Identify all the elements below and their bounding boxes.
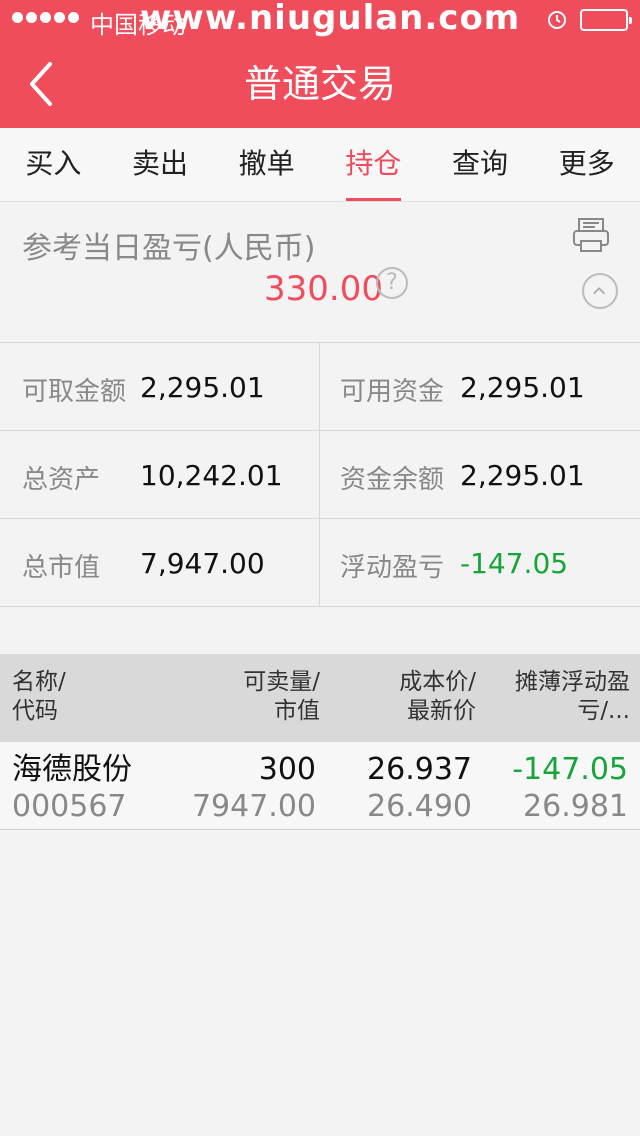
stock-name: 海德股份 (12, 752, 132, 787)
balance-label: 总市值 (22, 553, 101, 583)
statement-icon[interactable] (572, 217, 610, 253)
holdings-table-header: 名称/ 代码 可卖量/ 市值 成本价/ 最新价 摊薄浮动盈 亏/... (0, 654, 640, 742)
balance-row: 总市值 7,947.00 浮动盈亏 -147.05 (0, 519, 640, 607)
balance-value: 7,947.00 (140, 547, 265, 580)
signal-icon (12, 12, 79, 23)
header-line: 成本价/ (399, 669, 476, 695)
status-bar: 中国移动 www.niugulan.com (0, 0, 640, 40)
balance-cell-market-value: 总市值 7,947.00 (0, 519, 320, 607)
tab-buy[interactable]: 买入 (0, 128, 107, 201)
column-header-price[interactable]: 成本价/ 最新价 (340, 668, 476, 726)
app-header: 中国移动 www.niugulan.com 普通交易 (0, 0, 640, 128)
balance-value: 2,295.01 (140, 371, 265, 404)
daily-pnl-value: 330.00 (264, 269, 383, 309)
header-line: 可卖量/ (243, 669, 320, 695)
sellable-qty: 300 (258, 752, 316, 787)
column-header-pnl[interactable]: 摊薄浮动盈 亏/... (490, 668, 630, 726)
balance-label: 浮动盈亏 (340, 553, 445, 583)
battery-icon (580, 9, 632, 31)
header-line: 代码 (12, 698, 58, 724)
balance-row: 总资产 10,242.01 资金余额 2,295.01 (0, 431, 640, 519)
balance-cell-total-assets: 总资产 10,242.01 (0, 431, 320, 519)
watermark-text: www.niugulan.com (140, 0, 521, 38)
balance-label: 可取金额 (22, 377, 127, 407)
page-title: 普通交易 (243, 62, 396, 106)
header-line: 名称/ (12, 669, 66, 695)
tab-more[interactable]: 更多 (533, 128, 640, 201)
column-header-name[interactable]: 名称/ 代码 (12, 668, 66, 726)
balance-label: 可用资金 (340, 377, 445, 407)
balance-value: 2,295.01 (460, 371, 585, 404)
tab-sell[interactable]: 卖出 (107, 128, 214, 201)
column-header-quantity[interactable]: 可卖量/ 市值 (180, 668, 320, 726)
market-value: 7947.00 (191, 789, 316, 824)
balance-row: 可取金额 2,295.01 可用资金 2,295.01 (0, 343, 640, 431)
chevron-up-icon[interactable] (582, 273, 618, 309)
tab-cancel[interactable]: 撤单 (213, 128, 320, 201)
tab-query[interactable]: 查询 (427, 128, 534, 201)
balance-cell-floating-pnl: 浮动盈亏 -147.05 (320, 519, 640, 607)
latest-price: 26.490 (367, 789, 472, 824)
balance-cell-available: 可用资金 2,295.01 (320, 343, 640, 431)
diluted-cost: 26.981 (523, 789, 628, 824)
help-icon[interactable]: ? (376, 267, 408, 299)
balance-value: -147.05 (460, 547, 569, 580)
header-line: 市值 (274, 698, 320, 724)
tab-positions[interactable]: 持仓 (320, 128, 427, 201)
cost-price: 26.937 (367, 752, 472, 787)
balance-value: 2,295.01 (460, 459, 585, 492)
daily-pnl-label: 参考当日盈亏(人民币) (22, 231, 316, 266)
trade-tabs: 买入 卖出 撤单 持仓 查询 更多 (0, 128, 640, 202)
balance-grid: 可取金额 2,295.01 可用资金 2,295.01 总资产 10,242.0… (0, 343, 640, 607)
balance-cell-cash-balance: 资金余额 2,295.01 (320, 431, 640, 519)
stock-code: 000567 (12, 789, 127, 824)
balance-cell-withdrawable: 可取金额 2,295.01 (0, 343, 320, 431)
alarm-icon (548, 11, 566, 29)
daily-pnl-summary: 参考当日盈亏(人民币) 330.00 ? (0, 203, 640, 343)
header-line: 亏/... (577, 698, 630, 724)
floating-pnl: -147.05 (512, 752, 628, 787)
table-row[interactable]: 海德股份 000567 300 7947.00 26.937 26.490 -1… (0, 742, 640, 830)
balance-value: 10,242.01 (140, 459, 283, 492)
header-line: 最新价 (407, 698, 476, 724)
header-line: 摊薄浮动盈 (515, 669, 630, 695)
balance-label: 总资产 (22, 465, 101, 495)
balance-label: 资金余额 (340, 465, 445, 495)
